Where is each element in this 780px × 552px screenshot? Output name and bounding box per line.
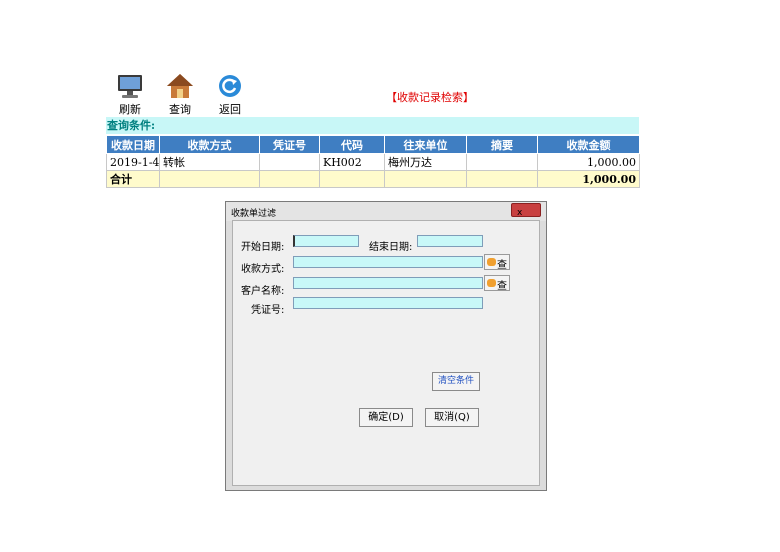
col-header-code[interactable]: 代码 <box>319 135 385 154</box>
hand-pointer-icon <box>487 258 496 266</box>
dialog-title: 收款单过滤 <box>231 209 277 219</box>
total-empty <box>159 170 260 188</box>
table-row[interactable]: 2019-1-4 转帐 KH002 梅州万达 1,000.00 <box>106 153 640 171</box>
cell-method: 转帐 <box>159 153 260 171</box>
home-icon <box>167 74 193 98</box>
total-label: 合计 <box>106 170 160 188</box>
cancel-button[interactable]: 取消(Q) <box>425 408 479 427</box>
close-icon: x <box>517 208 523 218</box>
query-label: 查询 <box>169 103 191 116</box>
customer-name-label: 客户名称: <box>241 286 285 297</box>
back-button[interactable]: 返回 <box>210 72 250 117</box>
query-button[interactable]: 查询 <box>160 72 200 117</box>
monitor-icon <box>118 75 142 98</box>
start-date-label: 开始日期: <box>241 242 285 253</box>
cell-date: 2019-1-4 <box>106 153 160 171</box>
receipt-table: 收款日期 收款方式 凭证号 代码 往来单位 摘要 收款金额 2019-1-4 转… <box>106 135 640 188</box>
cell-voucher <box>259 153 320 171</box>
hand-pointer-icon <box>487 279 496 287</box>
page-title: 【收款记录检索】 <box>386 91 474 104</box>
table-total-row: 合计 1,000.00 <box>106 170 640 188</box>
dialog-titlebar[interactable]: 收款单过滤 x <box>226 202 546 221</box>
start-date-input[interactable] <box>293 235 359 247</box>
voucher-no-label: 凭证号: <box>251 305 285 316</box>
total-empty <box>466 170 538 188</box>
refresh-label: 刷新 <box>119 103 141 116</box>
total-empty <box>319 170 385 188</box>
total-empty <box>259 170 320 188</box>
toolbar: 刷新 查询 返回 <box>108 72 268 117</box>
total-empty <box>384 170 467 188</box>
payment-method-input[interactable] <box>293 256 483 268</box>
customer-name-input[interactable] <box>293 277 483 289</box>
clear-conditions-button[interactable]: 清空条件 <box>432 372 480 391</box>
col-header-unit[interactable]: 往来单位 <box>384 135 467 154</box>
cell-amount: 1,000.00 <box>537 153 640 171</box>
query-condition-bar: 查询条件: <box>106 117 639 134</box>
close-button[interactable]: x <box>511 203 541 218</box>
refresh-circle-icon <box>219 75 241 97</box>
cell-code: KH002 <box>319 153 385 171</box>
query-button-label: 查 <box>497 281 507 292</box>
col-header-summary[interactable]: 摘要 <box>466 135 538 154</box>
voucher-no-input[interactable] <box>293 297 483 309</box>
col-header-method[interactable]: 收款方式 <box>159 135 260 154</box>
refresh-button[interactable]: 刷新 <box>110 72 150 117</box>
cell-summary <box>466 153 538 171</box>
ok-button[interactable]: 确定(D) <box>359 408 413 427</box>
payment-method-query-button[interactable]: 查 <box>484 254 510 271</box>
dialog-body: 开始日期: 结束日期: 收款方式: 查 客户名称: 查 凭证号: 清空条件 确定… <box>232 220 540 486</box>
table-header-row: 收款日期 收款方式 凭证号 代码 往来单位 摘要 收款金额 <box>106 135 640 154</box>
col-header-date[interactable]: 收款日期 <box>106 135 160 154</box>
end-date-label: 结束日期: <box>369 242 413 253</box>
receipt-filter-dialog: 收款单过滤 x 开始日期: 结束日期: 收款方式: 查 客户名称: 查 凭证号:… <box>225 201 547 491</box>
cell-unit: 梅州万达 <box>384 153 467 171</box>
total-amount: 1,000.00 <box>537 170 640 188</box>
query-button-label: 查 <box>497 260 507 271</box>
end-date-input[interactable] <box>417 235 483 247</box>
col-header-amount[interactable]: 收款金额 <box>537 135 640 154</box>
back-label: 返回 <box>219 103 241 116</box>
col-header-voucher[interactable]: 凭证号 <box>259 135 320 154</box>
customer-name-query-button[interactable]: 查 <box>484 275 510 292</box>
payment-method-label: 收款方式: <box>241 264 285 275</box>
